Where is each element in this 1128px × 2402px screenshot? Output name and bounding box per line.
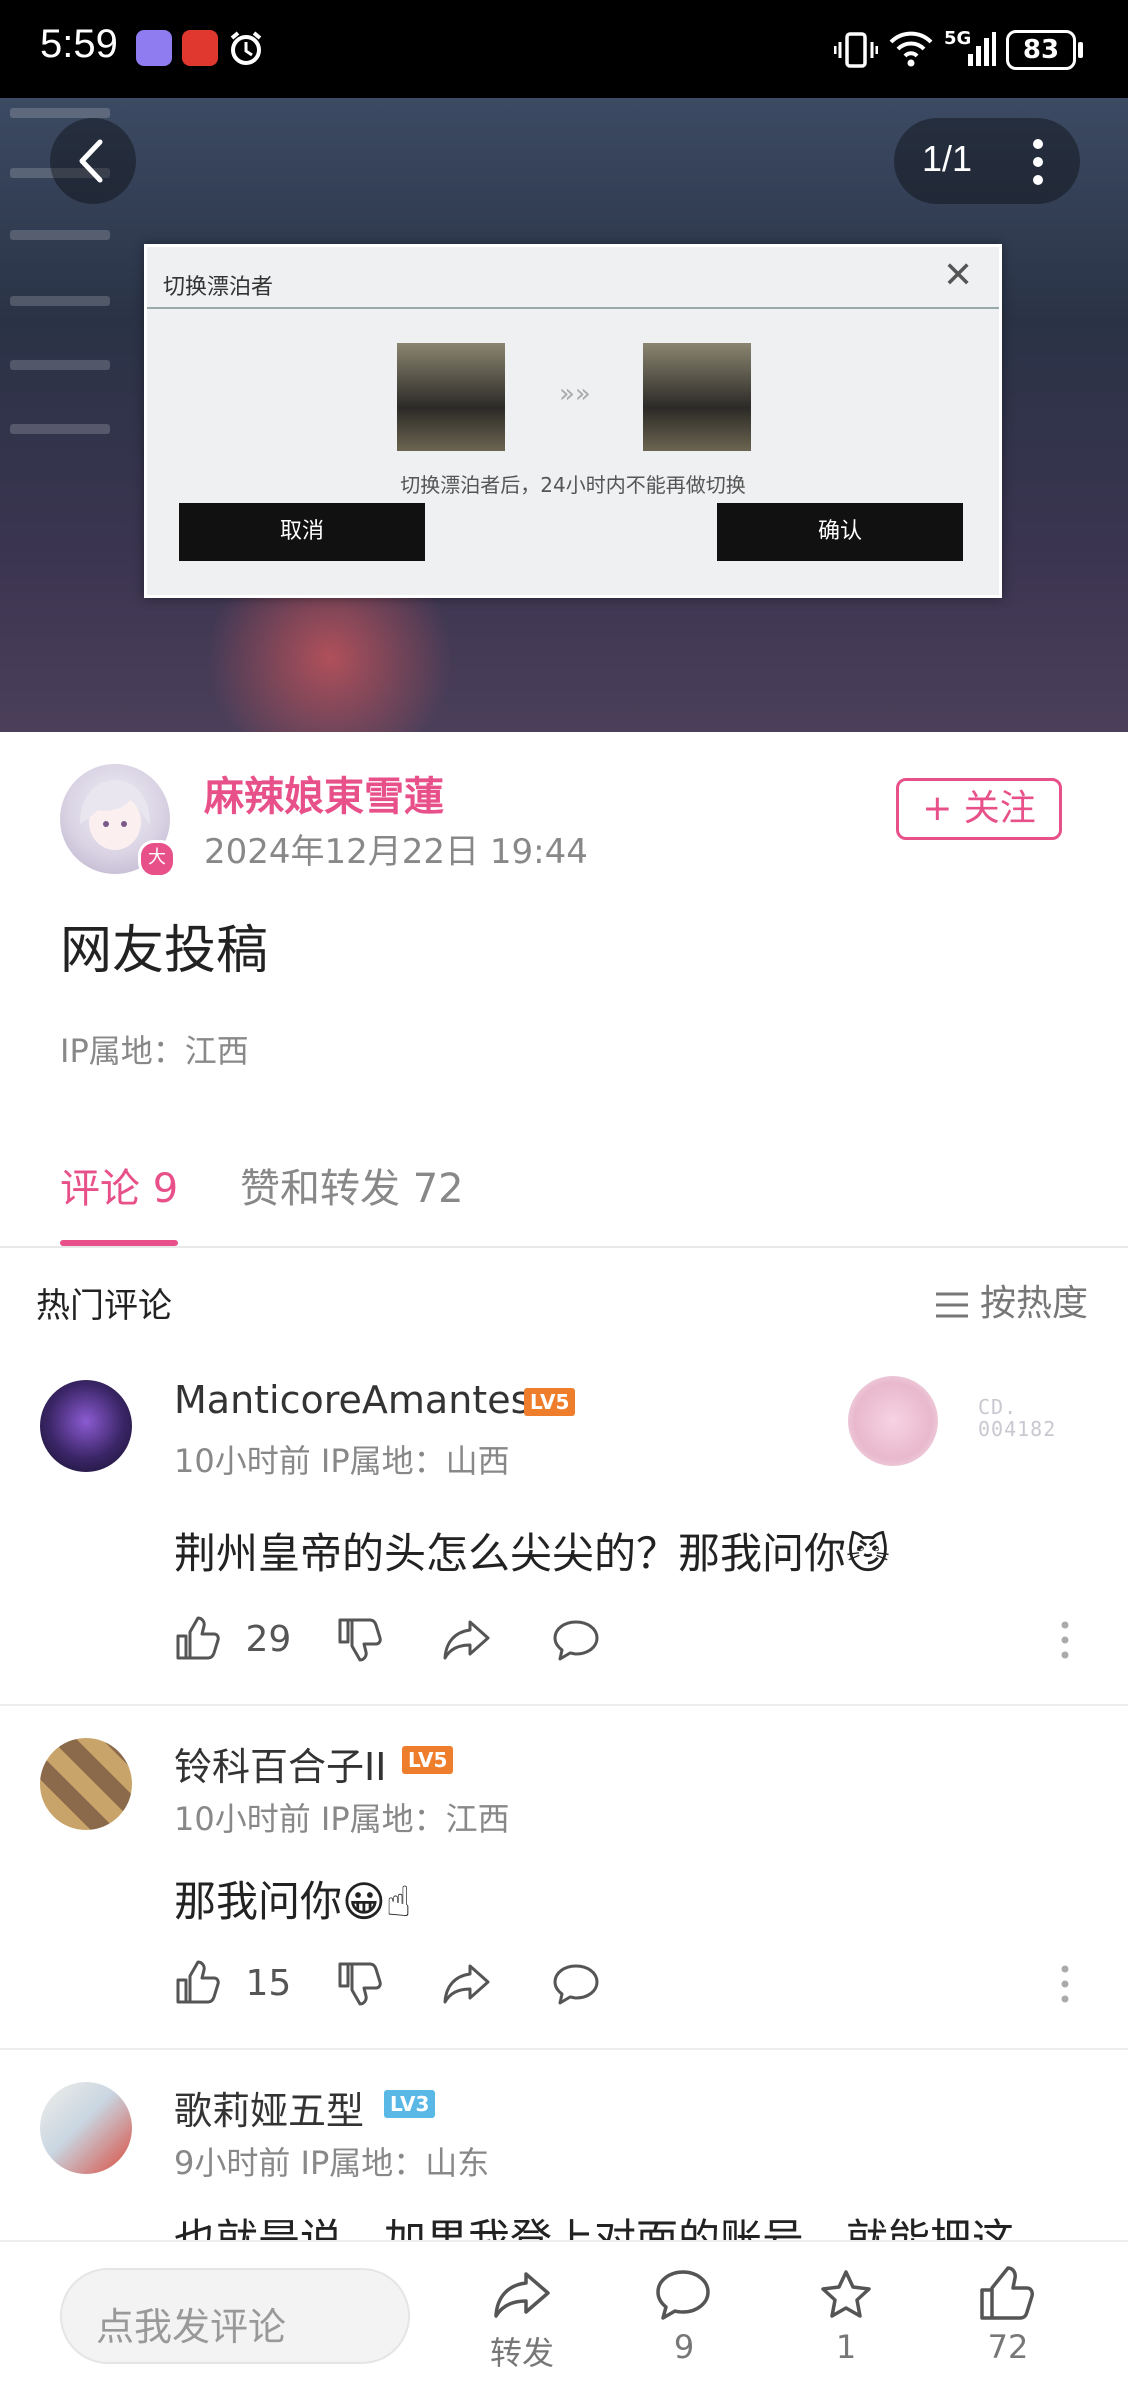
bg-menu-line: [10, 230, 110, 240]
favorite-button[interactable]: [818, 2268, 874, 2322]
divider: [0, 1246, 1128, 1248]
list-icon: [936, 1292, 968, 1318]
divider: [0, 1704, 1128, 1706]
sort-label: 按热度: [980, 1283, 1089, 1324]
thumb-up-icon: [176, 1960, 220, 2004]
reply-button[interactable]: [552, 1618, 600, 1662]
post-ip: IP属地：江西: [60, 1032, 249, 1070]
vibrate-icon: [834, 30, 878, 70]
comment-more-button[interactable]: [1060, 1964, 1070, 2004]
thumb-down-icon: [338, 1618, 382, 1662]
bg-menu-line: [10, 360, 110, 370]
level-badge: LV5: [524, 1388, 576, 1416]
like-post-button[interactable]: [978, 2266, 1036, 2322]
follow-button[interactable]: + 关注: [896, 778, 1062, 840]
character-portrait: [643, 343, 751, 451]
comments-button[interactable]: [654, 2268, 712, 2322]
back-button[interactable]: [50, 118, 136, 204]
commenter-avatar[interactable]: [40, 1380, 132, 1472]
like-button[interactable]: 29: [174, 1616, 291, 1662]
switch-arrows-icon: »»: [559, 379, 591, 409]
dialog-close-icon: ✕: [943, 255, 974, 296]
dialog-note: 切换漂泊者后，24小时内不能再做切换: [400, 473, 746, 497]
dialog-title: 切换漂泊者: [163, 275, 274, 300]
thumb-up-icon: [176, 1616, 220, 1660]
sort-button[interactable]: 按热度: [934, 1274, 1088, 1326]
share-button[interactable]: [442, 1960, 492, 2006]
commenter-avatar[interactable]: [40, 1738, 132, 1830]
author-name[interactable]: 麻辣娘東雪蓮: [204, 764, 444, 822]
comment-bubble-icon: [553, 1620, 599, 1661]
cat-emoji: 😼: [846, 1529, 890, 1578]
decoration-code: CD. 004182: [978, 1395, 1057, 1441]
commenter-name[interactable]: 歌莉娅五型: [174, 2080, 364, 2135]
thumb-down-icon: [338, 1962, 382, 2006]
battery-indicator: 83: [1006, 30, 1076, 70]
tab-comments[interactable]: 评论 9: [60, 1156, 178, 1214]
tab-likes-reposts[interactable]: 赞和转发 72: [240, 1156, 464, 1214]
dialog-confirm: 确认: [717, 503, 963, 561]
favorite-count: 1: [835, 2328, 857, 2366]
comment-count: 9: [673, 2328, 695, 2366]
commenter-name[interactable]: 铃科百合子II: [174, 1736, 386, 1791]
battery-tip: [1078, 42, 1083, 58]
level-badge: LV3: [384, 2090, 436, 2118]
more-vertical-icon: [1061, 1965, 1069, 2003]
dislike-button[interactable]: [336, 1960, 382, 2006]
like-button[interactable]: 15: [174, 1960, 291, 2006]
like-count: 29: [245, 1618, 292, 1660]
decoration-avatar: [848, 1376, 938, 1466]
character-portrait: [397, 343, 505, 451]
bg-menu-line: [10, 108, 110, 118]
commenter-name[interactable]: ManticoreAmantes: [174, 1378, 530, 1422]
comment-input[interactable]: 点我发评论: [60, 2268, 410, 2364]
like-count: 72: [987, 2328, 1029, 2366]
thumb-up-icon: [980, 2266, 1034, 2320]
dialog-divider: [147, 307, 999, 309]
comment-bubble-icon: [656, 2270, 710, 2320]
comment-bubble-icon: [553, 1964, 599, 2005]
status-time: 5:59: [40, 22, 118, 66]
image-counter: 1/1: [894, 118, 1080, 204]
like-count: 15: [245, 1962, 292, 2004]
share-button[interactable]: [442, 1616, 492, 1662]
author-badge: 大: [138, 840, 176, 878]
dislike-button[interactable]: [336, 1616, 382, 1662]
reply-button[interactable]: [552, 1962, 600, 2006]
hot-comments-title: 热门评论: [36, 1286, 172, 1326]
comment-more-button[interactable]: [1060, 1620, 1070, 1660]
status-bar: 5:59 5G 83: [0, 0, 1128, 98]
repost-label: 转发: [489, 2334, 554, 2372]
more-vertical-icon: [1061, 1621, 1069, 1659]
repost-button[interactable]: [492, 2268, 552, 2322]
comment-meta: 9小时前 IP属地：山东: [174, 2144, 490, 2182]
post-title: 网友投稿: [60, 921, 269, 981]
app-notification-icon: [182, 30, 218, 66]
bg-menu-line: [10, 424, 110, 434]
divider: [0, 2048, 1128, 2050]
more-options-icon[interactable]: [1028, 138, 1048, 186]
commenter-avatar[interactable]: [40, 2082, 132, 2174]
comment-meta: 10小时前 IP属地：山西: [174, 1442, 510, 1480]
comment-meta: 10小时前 IP属地：江西: [174, 1800, 510, 1838]
comment-text: 那我问你😀☝: [174, 1877, 412, 1926]
comment-input-placeholder: 点我发评论: [96, 2305, 287, 2349]
repost-icon: [494, 2272, 550, 2318]
alarm-icon: [226, 28, 266, 68]
share-icon: [443, 1620, 490, 1660]
dialog-cancel: 取消: [179, 503, 425, 561]
app-notification-icon: [136, 30, 172, 66]
screenshot-dialog: 切换漂泊者 ✕ »» 切换漂泊者后，24小时内不能再做切换 取消 确认: [144, 244, 1002, 598]
star-icon: [821, 2270, 871, 2318]
wifi-icon: [888, 28, 934, 68]
post-time: 2024年12月22日 19:44: [204, 832, 588, 872]
bg-menu-line: [10, 296, 110, 306]
image-counter-text: 1/1: [922, 138, 973, 179]
share-icon: [443, 1964, 490, 2004]
comment-text: 荆州皇帝的头怎么尖尖的？那我问你😼: [174, 1529, 890, 1578]
emoji: 😀☝: [342, 1877, 412, 1926]
level-badge: LV5: [402, 1746, 454, 1774]
signal-icon: [946, 30, 996, 70]
